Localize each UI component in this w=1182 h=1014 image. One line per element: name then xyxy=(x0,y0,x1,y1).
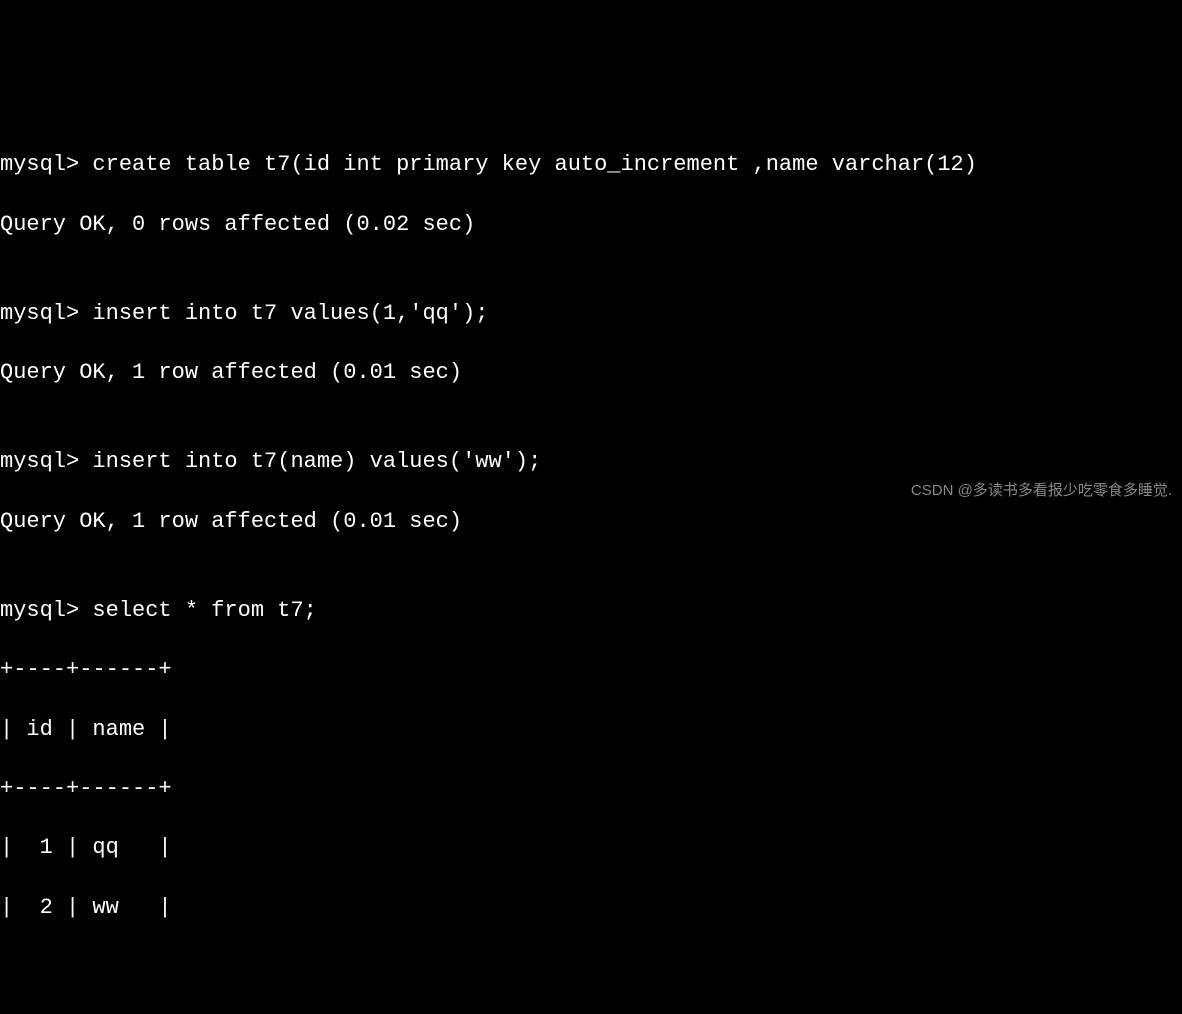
terminal-line: mysql> create table t7(id int primary ke… xyxy=(0,150,1182,180)
terminal-line: +----+------+ xyxy=(0,655,1182,685)
watermark-text: CSDN @多读书多看报少吃零食多睡觉. xyxy=(911,481,1172,501)
terminal-line: Query OK, 1 row affected (0.01 sec) xyxy=(0,507,1182,537)
terminal-line: | 2 | ww | xyxy=(0,893,1182,923)
terminal-line: | id | name | xyxy=(0,715,1182,745)
terminal-output[interactable]: mysql> create table t7(id int primary ke… xyxy=(0,121,1182,952)
terminal-line: mysql> insert into t7(name) values('ww')… xyxy=(0,447,1182,477)
terminal-line: mysql> select * from t7; xyxy=(0,596,1182,626)
terminal-line: Query OK, 1 row affected (0.01 sec) xyxy=(0,358,1182,388)
terminal-line: | 1 | qq | xyxy=(0,833,1182,863)
terminal-line: Query OK, 0 rows affected (0.02 sec) xyxy=(0,210,1182,240)
terminal-line: mysql> insert into t7 values(1,'qq'); xyxy=(0,299,1182,329)
terminal-line: +----+------+ xyxy=(0,774,1182,804)
